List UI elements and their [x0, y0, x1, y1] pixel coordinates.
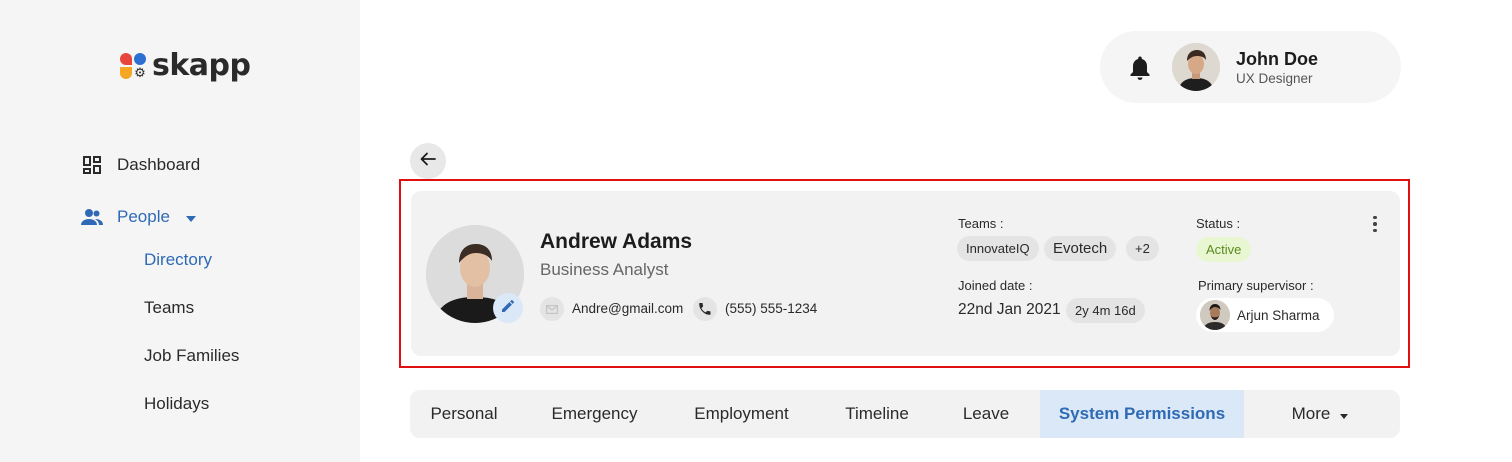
- sidebar: ⚙ skapp Dashboard People Directory Teams…: [0, 0, 360, 462]
- logo-mark-icon: ⚙: [120, 51, 148, 81]
- chevron-down-icon: [1340, 404, 1349, 424]
- sidebar-item-teams[interactable]: Teams: [144, 298, 194, 318]
- sidebar-item-directory[interactable]: Directory: [144, 250, 212, 270]
- skapp-logo[interactable]: ⚙ skapp: [120, 48, 251, 83]
- arrow-left-icon: [420, 152, 436, 171]
- tab-personal[interactable]: Personal: [410, 390, 518, 438]
- status-label: Status :: [1196, 216, 1241, 231]
- tab-emergency[interactable]: Emergency: [540, 390, 649, 438]
- user-menu[interactable]: John Doe UX Designer: [1100, 31, 1401, 103]
- joined-date: 22nd Jan 2021: [958, 301, 1061, 318]
- tab-more[interactable]: More: [1260, 390, 1380, 438]
- phone-icon[interactable]: [693, 297, 717, 321]
- teams-label: Teams :: [958, 216, 1004, 231]
- bell-icon[interactable]: [1128, 55, 1152, 81]
- supervisor-avatar: [1200, 300, 1230, 330]
- sidebar-item-holidays[interactable]: Holidays: [144, 394, 209, 414]
- edit-photo-button[interactable]: [493, 293, 523, 323]
- supervisor-chip[interactable]: Arjun Sharma: [1196, 298, 1334, 332]
- joined-date-label: Joined date :: [958, 278, 1033, 293]
- employee-phone[interactable]: (555) 555-1234: [725, 301, 817, 316]
- employee-email[interactable]: Andre@gmail.com: [572, 301, 683, 316]
- chevron-down-icon: [185, 207, 196, 227]
- supervisor-name: Arjun Sharma: [1237, 307, 1320, 323]
- user-role: UX Designer: [1236, 71, 1313, 86]
- tab-leave[interactable]: Leave: [950, 390, 1022, 438]
- sidebar-item-label: People: [117, 207, 170, 226]
- tab-system-permissions[interactable]: System Permissions: [1040, 390, 1244, 438]
- supervisor-label: Primary supervisor :: [1198, 278, 1314, 293]
- tab-label: More: [1291, 404, 1331, 423]
- sidebar-item-people[interactable]: People: [81, 206, 196, 228]
- tenure-chip: 2y 4m 16d: [1066, 298, 1145, 323]
- tab-employment[interactable]: Employment: [680, 390, 803, 438]
- teams-more-chip[interactable]: +2: [1126, 236, 1159, 261]
- employee-name: Andrew Adams: [540, 230, 693, 253]
- team-chip[interactable]: InnovateIQ: [957, 236, 1039, 261]
- tab-timeline[interactable]: Timeline: [830, 390, 924, 438]
- dashboard-icon: [81, 154, 103, 176]
- status-badge: Active: [1196, 237, 1252, 262]
- sidebar-item-job-families[interactable]: Job Families: [144, 346, 239, 366]
- employee-title: Business Analyst: [540, 260, 669, 279]
- more-options-icon[interactable]: [1367, 213, 1383, 235]
- people-icon: [81, 206, 103, 228]
- email-icon[interactable]: [540, 297, 564, 321]
- back-button[interactable]: [410, 143, 446, 179]
- team-chip[interactable]: Evotech: [1044, 236, 1117, 261]
- sidebar-item-label: Dashboard: [117, 155, 201, 174]
- avatar[interactable]: [1172, 43, 1220, 91]
- employee-profile-card: Andrew Adams Business Analyst Andre@gmai…: [411, 191, 1400, 356]
- sidebar-item-dashboard[interactable]: Dashboard: [81, 154, 200, 176]
- user-name: John Doe: [1236, 49, 1319, 69]
- profile-tabs: Personal Emergency Employment Timeline L…: [410, 390, 1400, 438]
- brand-name: skapp: [152, 48, 251, 83]
- pencil-icon: [501, 299, 515, 318]
